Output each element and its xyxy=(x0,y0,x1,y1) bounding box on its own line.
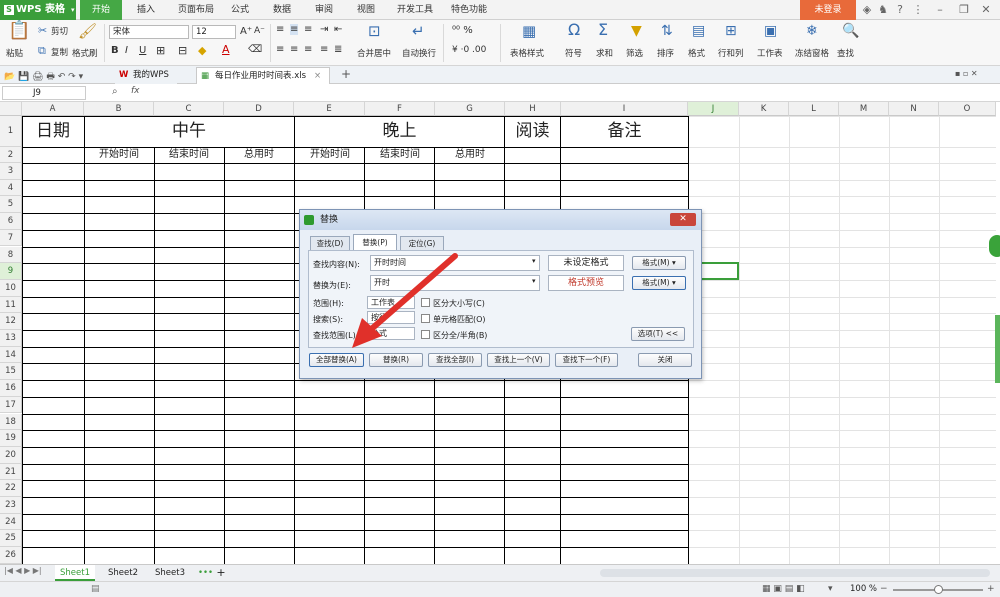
status-bar: ▤ ▦ ▣ ▤ ◧ ▾ 100 % − + xyxy=(0,581,1000,597)
sheet-tab-2[interactable]: Sheet2 xyxy=(103,565,143,581)
add-sheet-icon[interactable]: + xyxy=(214,565,228,581)
view-mode-icons[interactable]: ▦ ▣ ▤ ◧ xyxy=(762,584,805,594)
status-icon: ▤ xyxy=(91,584,100,594)
zoom-minus-icon[interactable]: − xyxy=(880,584,888,594)
zoom-slider-thumb[interactable] xyxy=(934,585,943,594)
horizontal-scrollbar[interactable] xyxy=(600,569,990,577)
sheet-tab-3[interactable]: Sheet3 xyxy=(150,565,190,581)
more-sheets-icon[interactable]: ••• xyxy=(198,565,213,581)
zoom-out-icon[interactable]: ▾ xyxy=(828,584,833,594)
zoom-level: 100 % xyxy=(850,584,878,594)
zoom-plus-icon[interactable]: + xyxy=(987,584,995,594)
sheet-nav-icons[interactable]: |◀ ◀ ▶ ▶| xyxy=(4,566,42,575)
sheet-tab-1[interactable]: Sheet1 xyxy=(55,565,95,581)
red-arrow-annotation xyxy=(352,253,458,348)
sheet-tab-bar: |◀ ◀ ▶ ▶| Sheet1 Sheet2 Sheet3 ••• + xyxy=(0,564,1000,581)
